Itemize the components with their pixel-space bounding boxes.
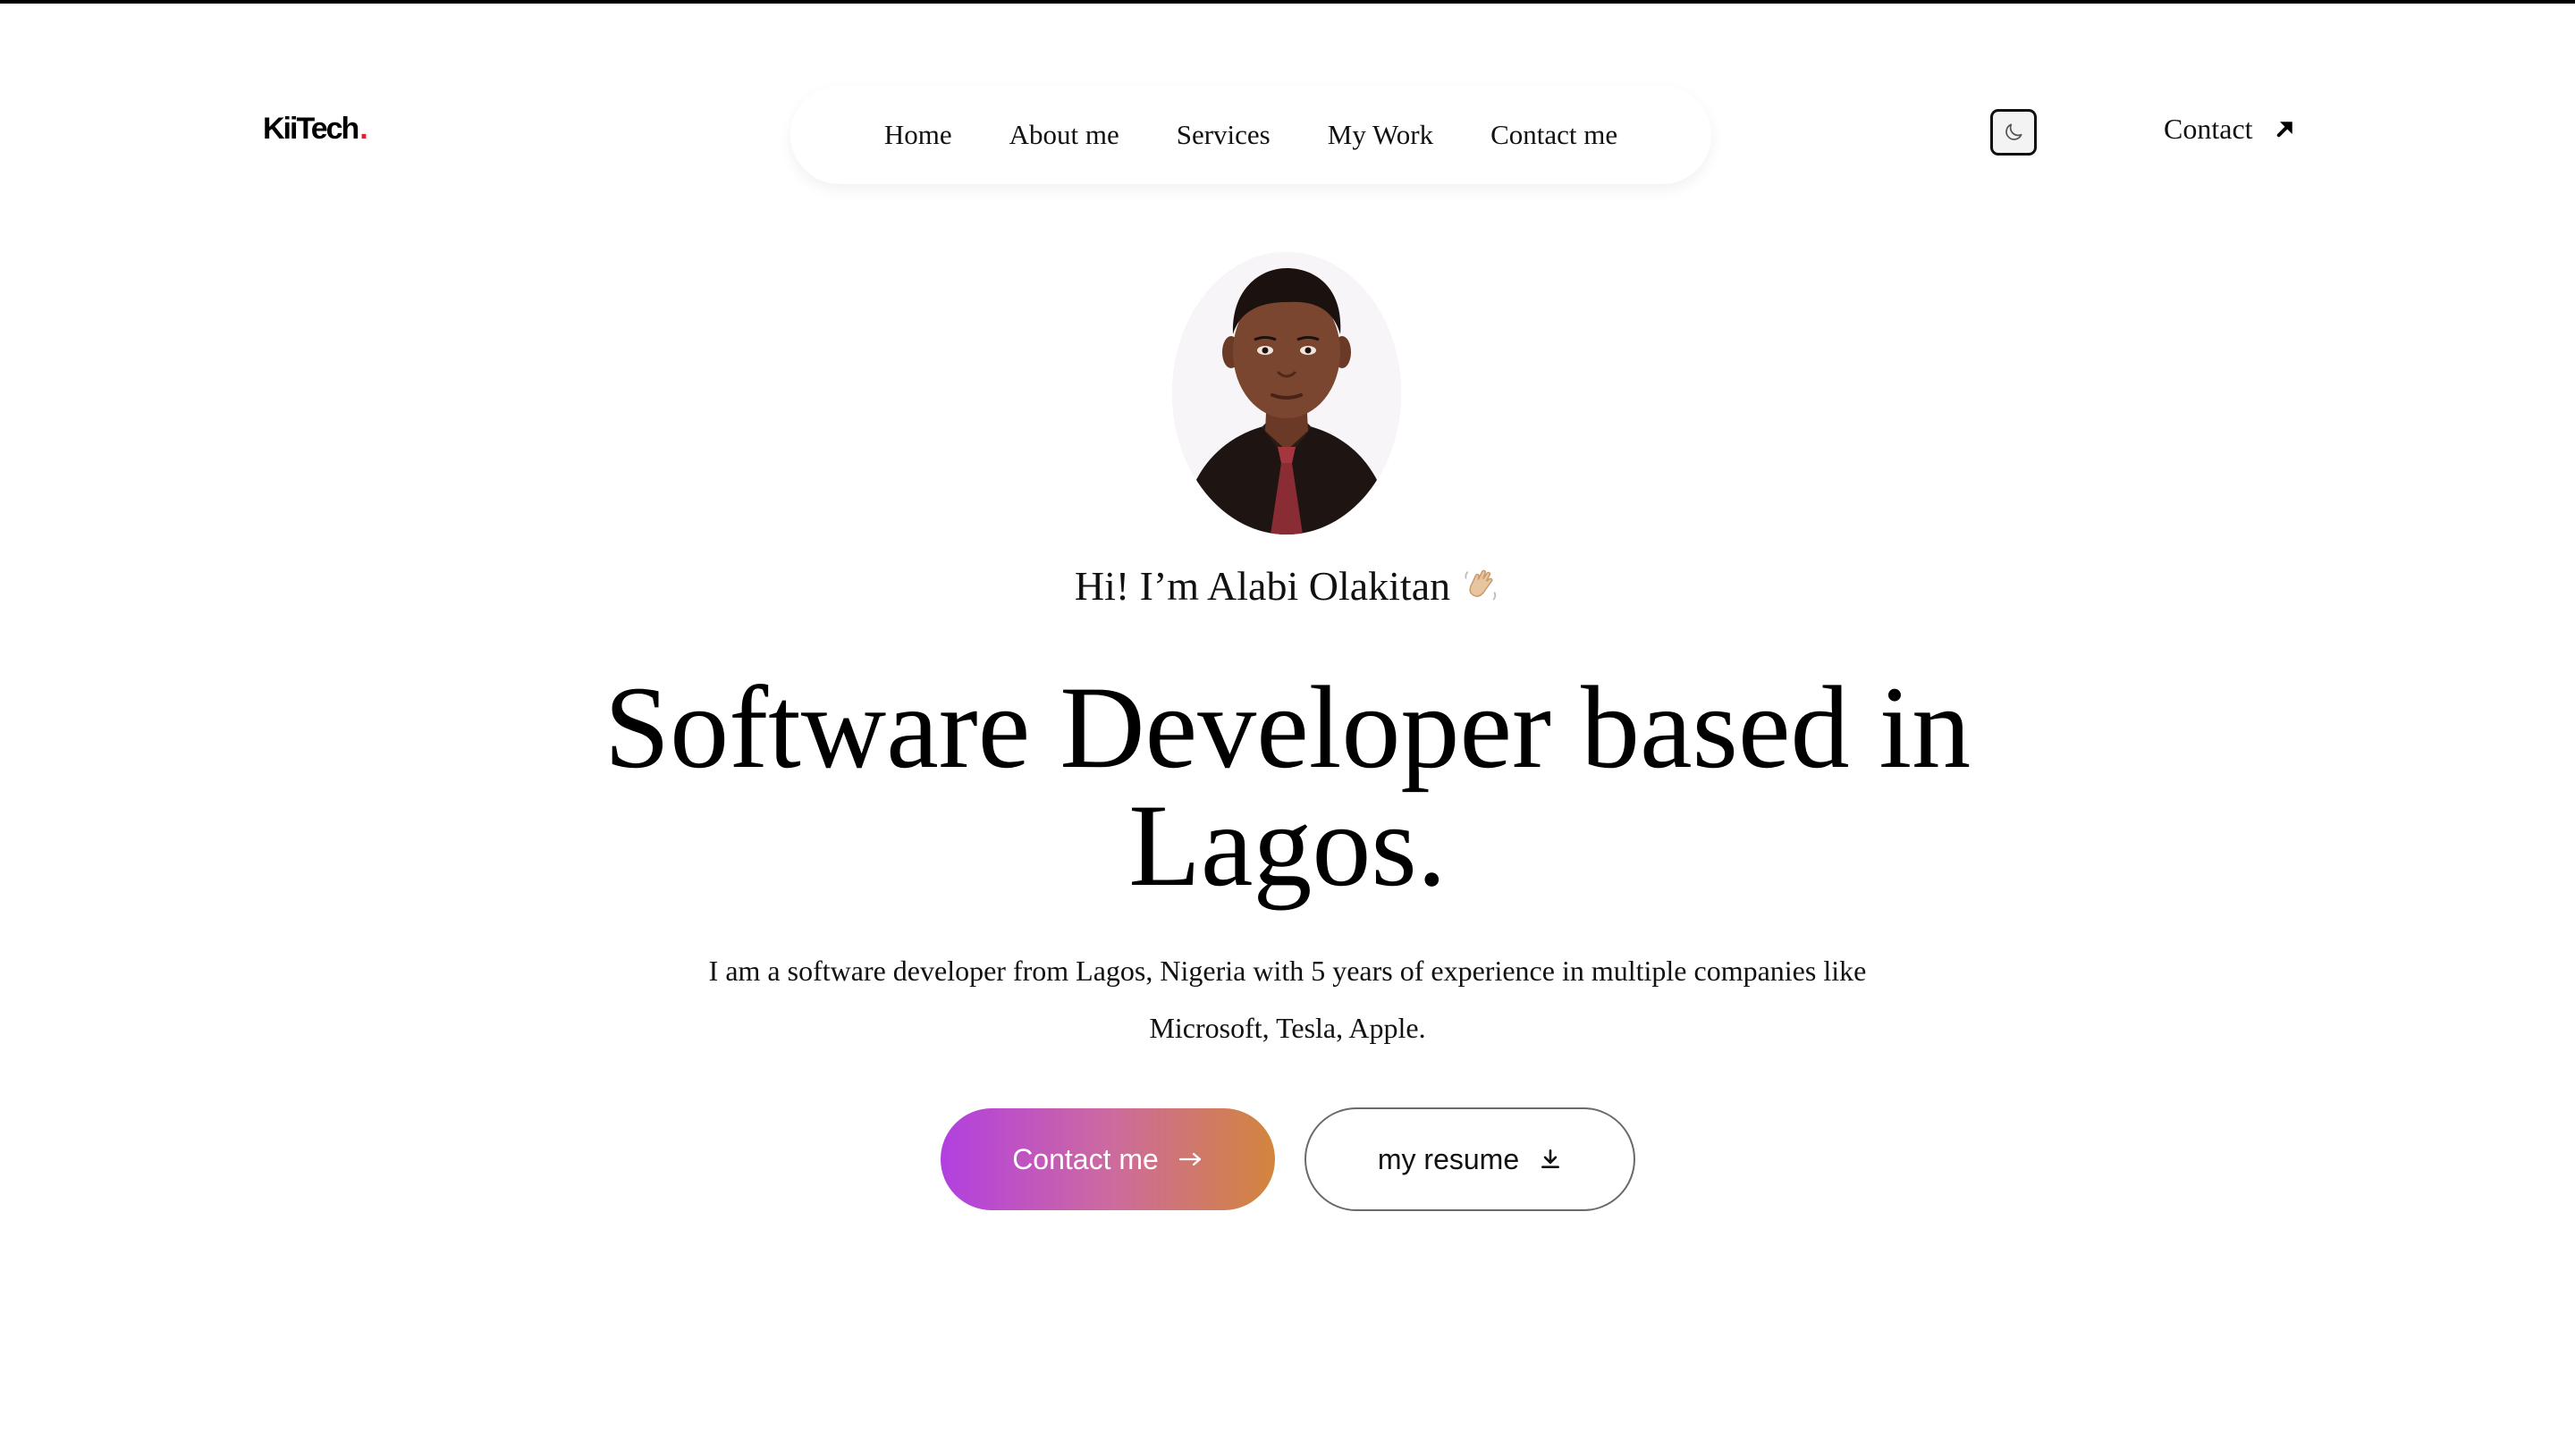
contact-me-button-label: Contact me bbox=[1012, 1142, 1159, 1175]
logo[interactable]: KiiTech. bbox=[263, 112, 368, 147]
nav-item-about-me[interactable]: About me bbox=[1009, 119, 1119, 151]
top-border bbox=[0, 0, 2575, 4]
logo-text: KiiTech bbox=[263, 112, 359, 146]
nav-item-home[interactable]: Home bbox=[884, 119, 952, 151]
download-icon bbox=[1541, 1149, 1560, 1168]
arrow-right-icon bbox=[1178, 1152, 1201, 1166]
profile-photo bbox=[1172, 252, 1401, 534]
page-title: Software Developer based in Lagos. bbox=[604, 661, 1971, 911]
greeting-text: Hi! I’m Alabi Olakitan bbox=[1074, 563, 1451, 609]
header-contact-link[interactable]: Contact bbox=[2164, 113, 2298, 146]
my-resume-button-label: my resume bbox=[1377, 1142, 1520, 1175]
main-nav: Home About me Services My Work Contact m… bbox=[790, 86, 1711, 184]
header-contact-label: Contact bbox=[2164, 113, 2253, 145]
greeting: Hi! I’m Alabi Olakitan bbox=[0, 561, 2575, 616]
theme-toggle-button[interactable] bbox=[1990, 109, 2037, 156]
logo-dot: . bbox=[359, 112, 368, 146]
avatar bbox=[1172, 252, 1401, 534]
arrow-up-right-icon bbox=[2276, 121, 2292, 137]
nav-item-services[interactable]: Services bbox=[1177, 119, 1271, 151]
nav-item-my-work[interactable]: My Work bbox=[1328, 119, 1433, 151]
hero-description: I am a software developer from Lagos, Ni… bbox=[708, 955, 1867, 1044]
moon-icon bbox=[2005, 123, 2022, 140]
contact-me-button[interactable]: Contact me bbox=[941, 1108, 1275, 1210]
waving-hand-icon bbox=[1461, 565, 1500, 615]
nav-item-contact-me[interactable]: Contact me bbox=[1490, 119, 1617, 151]
my-resume-button[interactable]: my resume bbox=[1304, 1107, 1635, 1211]
